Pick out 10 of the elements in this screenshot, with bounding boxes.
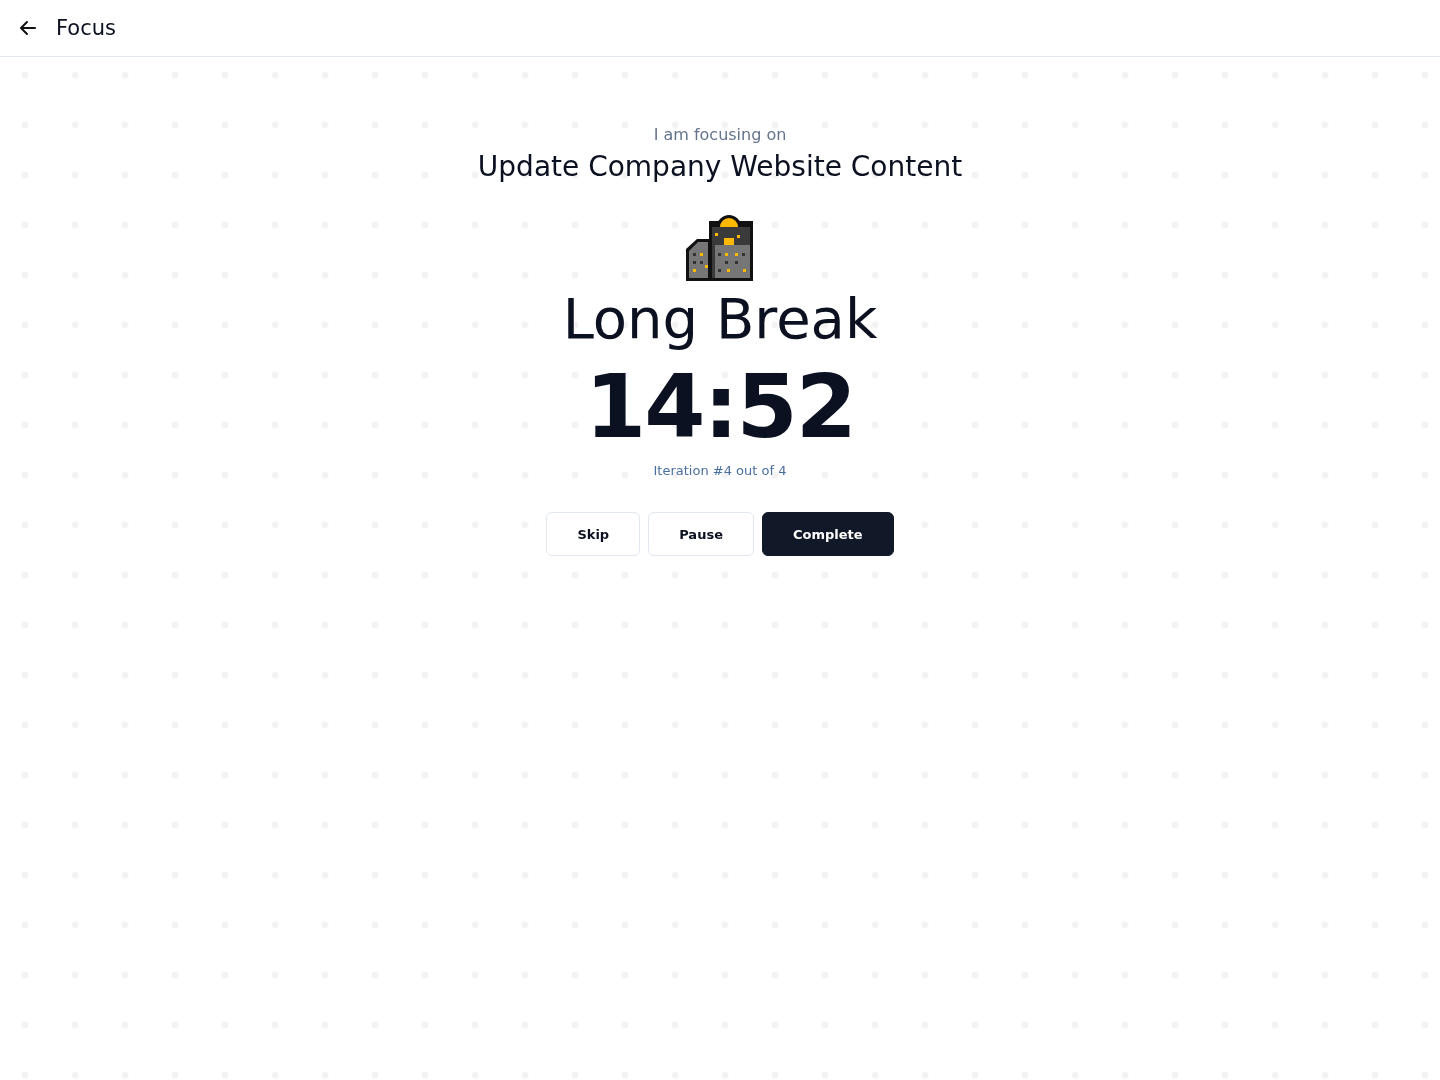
iteration-text: Iteration #4 out of 4: [653, 463, 787, 478]
timer: 14:52: [584, 357, 856, 457]
page-title: Focus: [56, 16, 116, 40]
action-button[interactable]: Pause: [648, 512, 754, 556]
focus-label: I am focusing on: [653, 125, 787, 144]
session-name: Long Break: [562, 285, 878, 353]
city-icon: [685, 213, 755, 283]
complete-button[interactable]: Complete: [761, 512, 894, 556]
task-title: Update Company Website Content: [477, 150, 963, 183]
action-button[interactable]: Skip: [546, 512, 641, 556]
